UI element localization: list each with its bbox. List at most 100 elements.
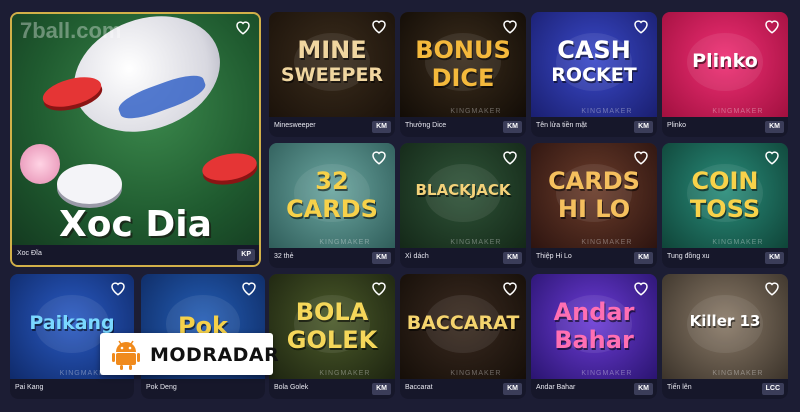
art-title-line: DICE <box>431 64 495 92</box>
provider-watermark: KINGMAKER <box>712 239 764 246</box>
favorite-heart-icon[interactable] <box>370 148 388 166</box>
favorite-heart-icon[interactable] <box>763 148 781 166</box>
favorite-heart-icon[interactable] <box>763 279 781 297</box>
game-tile[interactable]: BOLA GOLEK KINGMAKER Bola Golek KM <box>269 274 395 399</box>
game-caption: Tung đồng xu KM <box>662 248 788 268</box>
game-name: Pok Deng <box>146 384 177 391</box>
game-badge: KP <box>237 249 255 261</box>
favorite-heart-icon[interactable] <box>240 279 258 297</box>
art-title-line: BOLA <box>295 298 369 326</box>
game-caption: Pai Kang <box>10 379 134 399</box>
game-name: Bola Golek <box>274 384 309 391</box>
art-title-line: Paikang <box>29 312 115 334</box>
art-title-line: CARDS <box>286 195 378 223</box>
game-tile[interactable]: BONUS DICE KINGMAKER Thưởng Dice KM <box>400 12 526 137</box>
game-name: Tiến lên <box>667 384 692 391</box>
game-badge: KM <box>634 252 653 264</box>
game-caption: Xì dách KM <box>400 248 526 268</box>
favorite-heart-icon[interactable] <box>501 279 519 297</box>
provider-watermark: KINGMAKER <box>319 370 371 377</box>
game-caption: Minesweeper KM <box>269 117 395 137</box>
art-title-line: GOLEK <box>286 326 378 354</box>
provider-watermark: KINGMAKER <box>581 108 633 115</box>
favorite-heart-icon[interactable] <box>501 17 519 35</box>
game-name: Thiệp Hi Lo <box>536 253 572 260</box>
art-title-line: SWEEPER <box>280 64 384 86</box>
game-tile[interactable]: CASH ROCKET KINGMAKER Tên lửa tiền mặt KM <box>531 12 657 137</box>
game-badge: KM <box>503 121 522 133</box>
game-name: Xoc Đĩa <box>17 250 42 257</box>
game-tile[interactable]: Andar Bahar KINGMAKER Andar Bahar KM <box>531 274 657 399</box>
site-watermark: 7ball.com <box>20 18 122 43</box>
game-tile[interactable]: 32 CARDS KINGMAKER 32 thẻ KM <box>269 143 395 268</box>
game-caption: Plinko KM <box>662 117 788 137</box>
art-title-line: BACCARAT <box>406 312 520 334</box>
game-tile[interactable]: Killer 13 KINGMAKER Tiến lên LCC <box>662 274 788 399</box>
game-caption: Bola Golek KM <box>269 379 395 399</box>
favorite-heart-icon[interactable] <box>632 279 650 297</box>
provider-watermark: KINGMAKER <box>319 239 371 246</box>
provider-watermark: KINGMAKER <box>581 370 633 377</box>
art-title-line: Andar <box>553 298 635 326</box>
game-badge: KM <box>765 252 784 264</box>
game-name: Andar Bahar <box>536 384 576 391</box>
favorite-heart-icon[interactable] <box>763 17 781 35</box>
game-tile[interactable]: BACCARAT KINGMAKER Baccarat KM <box>400 274 526 399</box>
art-title-line: COIN <box>691 167 759 195</box>
provider-watermark: KINGMAKER <box>581 239 633 246</box>
game-badge: KM <box>765 121 784 133</box>
favorite-heart-icon[interactable] <box>632 148 650 166</box>
android-icon <box>110 338 142 370</box>
game-name: Pai Kang <box>15 384 44 391</box>
featured-caption: Xoc Đĩa KP <box>12 245 259 265</box>
game-tile[interactable]: Plinko KINGMAKER Plinko KM <box>662 12 788 137</box>
game-name: Tên lửa tiền mặt <box>536 122 587 129</box>
art-title-line: 32 <box>315 167 349 195</box>
game-name: Thưởng Dice <box>405 122 447 129</box>
red-chip-right <box>200 149 259 185</box>
game-caption: Thiệp Hi Lo KM <box>531 248 657 268</box>
game-name: 32 thẻ <box>274 253 294 260</box>
art-title-line: HI LO <box>557 195 631 223</box>
xoc-dia-artwork: Xoc Dia 7ball.com <box>12 14 259 245</box>
game-caption: Baccarat KM <box>400 379 526 399</box>
favorite-heart-icon[interactable] <box>370 17 388 35</box>
white-chip <box>57 164 122 204</box>
game-badge: KM <box>372 121 391 133</box>
pink-flower <box>20 144 60 184</box>
art-title-line: TOSS <box>689 195 761 223</box>
game-badge: KM <box>634 383 653 395</box>
game-badge: KM <box>634 121 653 133</box>
game-tile[interactable]: BLACKJACK KINGMAKER Xì dách KM <box>400 143 526 268</box>
game-name: Minesweeper <box>274 122 316 129</box>
game-tile[interactable]: MINE SWEEPER Minesweeper KM <box>269 12 395 137</box>
provider-watermark: KINGMAKER <box>712 108 764 115</box>
favorite-heart-icon[interactable] <box>370 279 388 297</box>
game-caption: Andar Bahar KM <box>531 379 657 399</box>
game-badge: LCC <box>761 383 784 395</box>
art-title-line: MINE <box>297 36 367 64</box>
provider-watermark: KINGMAKER <box>712 370 764 377</box>
art-title-line: CASH <box>557 36 631 64</box>
game-badge: KM <box>503 383 522 395</box>
modradar-label: MODRADAR <box>150 344 280 366</box>
provider-watermark: KINGMAKER <box>450 370 502 377</box>
favorite-heart-icon[interactable] <box>109 279 127 297</box>
art-title-line: Bahar <box>554 326 634 354</box>
game-badge: KM <box>503 252 522 264</box>
game-caption: Tên lửa tiền mặt KM <box>531 117 657 137</box>
game-name: Baccarat <box>405 384 433 391</box>
favorite-heart-icon[interactable] <box>501 148 519 166</box>
favorite-heart-icon[interactable] <box>632 17 650 35</box>
art-title-line: Killer 13 <box>689 312 761 330</box>
favorite-heart-icon[interactable] <box>234 18 252 36</box>
game-tile[interactable]: COIN TOSS KINGMAKER Tung đồng xu KM <box>662 143 788 268</box>
game-caption: Pok Deng <box>141 379 265 399</box>
game-tile[interactable]: CARDS HI LO KINGMAKER Thiệp Hi Lo KM <box>531 143 657 268</box>
featured-game-tile[interactable]: Xoc Dia 7ball.com Xoc Đĩa KP <box>10 12 261 267</box>
modradar-banner[interactable]: MODRADAR <box>100 333 279 375</box>
xoc-dia-title-art: Xoc Dia <box>59 204 212 245</box>
game-caption: Tiến lên LCC <box>662 379 788 399</box>
art-title-line: BLACKJACK <box>415 181 511 199</box>
art-title-line: CARDS <box>548 167 640 195</box>
